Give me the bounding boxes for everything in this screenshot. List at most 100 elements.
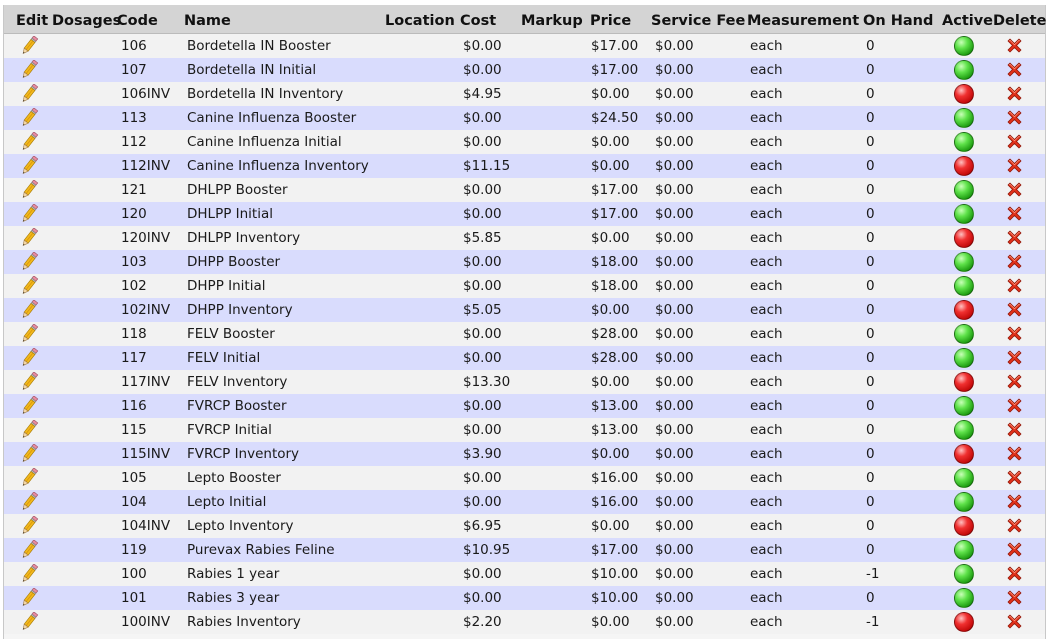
header-on-hand[interactable]: On Hand xyxy=(863,13,933,29)
delete-x-icon[interactable] xyxy=(1006,613,1023,630)
delete-x-icon[interactable] xyxy=(1006,85,1023,102)
green-status-icon[interactable] xyxy=(954,396,974,416)
green-status-icon[interactable] xyxy=(954,324,974,344)
delete-x-icon[interactable] xyxy=(1006,469,1023,486)
header-dosages[interactable]: Dosages xyxy=(52,13,121,29)
delete-x-icon[interactable] xyxy=(1006,277,1023,294)
delete-x-icon[interactable] xyxy=(1006,157,1023,174)
delete-x-icon[interactable] xyxy=(1006,445,1023,462)
delete-x-icon[interactable] xyxy=(1006,325,1023,342)
delete-x-icon[interactable] xyxy=(1006,229,1023,246)
table-row: 116 FVRCP Booster $0.00 $13.00 $0.00 eac… xyxy=(4,394,1045,418)
cell-on-hand: 0 xyxy=(866,350,875,366)
pencil-icon[interactable] xyxy=(18,132,40,152)
header-service-fee[interactable]: Service Fee xyxy=(651,13,745,29)
cell-service-fee: $0.00 xyxy=(655,542,694,558)
pencil-icon[interactable] xyxy=(18,204,40,224)
green-status-icon[interactable] xyxy=(954,252,974,272)
green-status-icon[interactable] xyxy=(954,420,974,440)
green-status-icon[interactable] xyxy=(954,60,974,80)
pencil-icon[interactable] xyxy=(18,468,40,488)
pencil-icon[interactable] xyxy=(18,60,40,80)
cell-on-hand: 0 xyxy=(866,374,875,390)
cell-service-fee: $0.00 xyxy=(655,182,694,198)
delete-x-icon[interactable] xyxy=(1006,181,1023,198)
delete-x-icon[interactable] xyxy=(1006,517,1023,534)
delete-x-icon[interactable] xyxy=(1006,37,1023,54)
header-name[interactable]: Name xyxy=(184,13,231,29)
delete-x-icon[interactable] xyxy=(1006,109,1023,126)
pencil-icon[interactable] xyxy=(18,444,40,464)
cell-price: $0.00 xyxy=(591,86,630,102)
pencil-icon[interactable] xyxy=(18,612,40,632)
header-edit[interactable]: Edit xyxy=(16,13,48,29)
red-status-icon[interactable] xyxy=(954,156,974,176)
delete-x-icon[interactable] xyxy=(1006,61,1023,78)
cell-service-fee: $0.00 xyxy=(655,470,694,486)
delete-x-icon[interactable] xyxy=(1006,493,1023,510)
header-code[interactable]: Code xyxy=(117,13,158,29)
header-measurement[interactable]: Measurement xyxy=(747,13,859,29)
pencil-icon[interactable] xyxy=(18,516,40,536)
green-status-icon[interactable] xyxy=(954,276,974,296)
delete-x-icon[interactable] xyxy=(1006,565,1023,582)
pencil-icon[interactable] xyxy=(18,228,40,248)
pencil-icon[interactable] xyxy=(18,372,40,392)
red-status-icon[interactable] xyxy=(954,444,974,464)
green-status-icon[interactable] xyxy=(954,132,974,152)
red-status-icon[interactable] xyxy=(954,300,974,320)
pencil-icon[interactable] xyxy=(18,540,40,560)
delete-x-icon[interactable] xyxy=(1006,373,1023,390)
pencil-icon[interactable] xyxy=(18,492,40,512)
cell-cost: $0.00 xyxy=(463,470,502,486)
green-status-icon[interactable] xyxy=(954,204,974,224)
pencil-icon[interactable] xyxy=(18,36,40,56)
pencil-icon[interactable] xyxy=(18,396,40,416)
pencil-icon[interactable] xyxy=(18,324,40,344)
red-status-icon[interactable] xyxy=(954,372,974,392)
red-status-icon[interactable] xyxy=(954,612,974,632)
header-price[interactable]: Price xyxy=(590,13,631,29)
delete-x-icon[interactable] xyxy=(1006,133,1023,150)
green-status-icon[interactable] xyxy=(954,108,974,128)
delete-x-icon[interactable] xyxy=(1006,397,1023,414)
cell-measurement: each xyxy=(750,542,783,558)
delete-x-icon[interactable] xyxy=(1006,421,1023,438)
header-markup[interactable]: Markup xyxy=(521,13,583,29)
header-location[interactable]: Location xyxy=(385,13,455,29)
pencil-icon[interactable] xyxy=(18,564,40,584)
cell-name: Lepto Inventory xyxy=(187,518,294,534)
delete-x-icon[interactable] xyxy=(1006,205,1023,222)
red-status-icon[interactable] xyxy=(954,516,974,536)
delete-x-icon[interactable] xyxy=(1006,589,1023,606)
green-status-icon[interactable] xyxy=(954,180,974,200)
pencil-icon[interactable] xyxy=(18,252,40,272)
delete-x-icon[interactable] xyxy=(1006,301,1023,318)
red-status-icon[interactable] xyxy=(954,228,974,248)
red-status-icon[interactable] xyxy=(954,84,974,104)
pencil-icon[interactable] xyxy=(18,348,40,368)
header-delete[interactable]: Delete xyxy=(993,13,1046,29)
pencil-icon[interactable] xyxy=(18,108,40,128)
pencil-icon[interactable] xyxy=(18,180,40,200)
header-active[interactable]: Active xyxy=(942,13,993,29)
pencil-icon[interactable] xyxy=(18,420,40,440)
green-status-icon[interactable] xyxy=(954,36,974,56)
green-status-icon[interactable] xyxy=(954,540,974,560)
pencil-icon[interactable] xyxy=(18,300,40,320)
header-cost[interactable]: Cost xyxy=(460,13,496,29)
delete-x-icon[interactable] xyxy=(1006,349,1023,366)
delete-x-icon[interactable] xyxy=(1006,541,1023,558)
pencil-icon[interactable] xyxy=(18,84,40,104)
green-status-icon[interactable] xyxy=(954,588,974,608)
table-row: 100 Rabies 1 year $0.00 $10.00 $0.00 eac… xyxy=(4,562,1045,586)
green-status-icon[interactable] xyxy=(954,468,974,488)
pencil-icon[interactable] xyxy=(18,588,40,608)
green-status-icon[interactable] xyxy=(954,564,974,584)
pencil-icon[interactable] xyxy=(18,276,40,296)
delete-x-icon[interactable] xyxy=(1006,253,1023,270)
green-status-icon[interactable] xyxy=(954,492,974,512)
pencil-icon[interactable] xyxy=(18,156,40,176)
green-status-icon[interactable] xyxy=(954,348,974,368)
cell-price: $18.00 xyxy=(591,278,639,294)
